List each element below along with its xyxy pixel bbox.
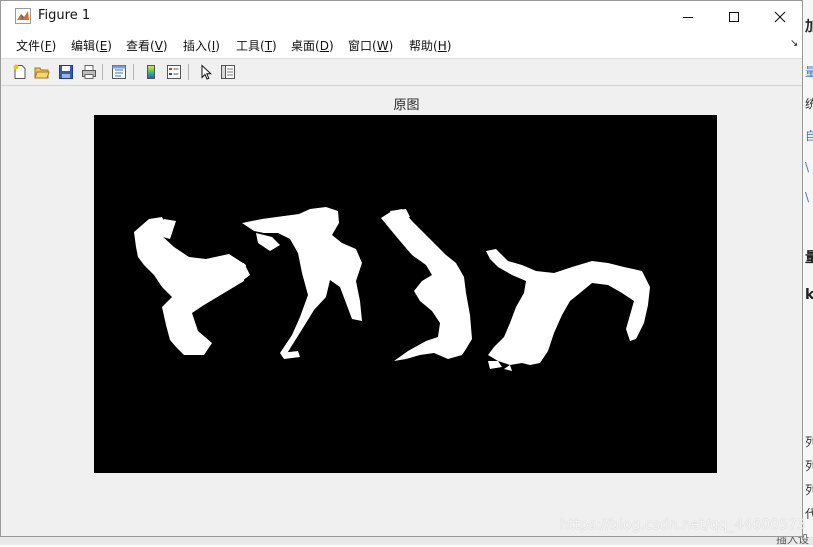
dancer-silhouettes-image — [94, 115, 717, 473]
axes-title: 原图 — [393, 98, 420, 113]
colorbar-button[interactable] — [141, 62, 161, 82]
toolbar-separator — [102, 64, 103, 80]
background-text: 量 — [805, 250, 813, 266]
background-text: 列 — [805, 459, 813, 473]
toolbar-separator — [133, 64, 134, 80]
save-icon — [59, 65, 73, 79]
image-axes[interactable] — [94, 115, 717, 473]
menu-help[interactable]: 帮助(H) — [409, 37, 451, 54]
background-text: 列 — [805, 435, 813, 449]
title-bar: Figure 1 — [1, 1, 802, 32]
menu-tools[interactable]: 工具(T) — [236, 37, 277, 54]
background-text: 代 — [805, 507, 813, 521]
maximize-icon — [729, 11, 739, 22]
pointer-icon — [201, 64, 213, 80]
watermark: https://blog.csdn.net/qq_44600573 — [560, 517, 806, 533]
background-strip — [0, 537, 813, 545]
toolbar-separator — [188, 64, 189, 80]
open-file-button[interactable] — [32, 62, 52, 82]
minimize-button[interactable] — [665, 1, 711, 32]
background-text: 加 — [805, 19, 813, 35]
background-text: \ — [805, 160, 810, 174]
save-button[interactable] — [56, 62, 76, 82]
background-text: 自 — [805, 129, 813, 143]
maximize-button[interactable] — [711, 1, 757, 32]
background-text: 量 — [805, 65, 813, 79]
legend-icon — [167, 65, 181, 79]
background-text: \ — [805, 190, 810, 204]
matlab-icon — [15, 8, 31, 24]
dock-arrow-icon[interactable]: ↘ — [790, 38, 798, 49]
property-editor-icon — [221, 65, 235, 79]
close-icon — [774, 11, 786, 22]
link-plot-icon — [112, 65, 126, 79]
menu-desktop[interactable]: 桌面(D) — [291, 37, 334, 54]
new-figure-icon — [13, 64, 26, 79]
close-button[interactable] — [757, 1, 802, 32]
menu-bar: 文件(F) 编辑(E) 查看(V) 插入(I) 工具(T) 桌面(D) 窗口(W… — [1, 32, 802, 59]
link-plot-button[interactable] — [109, 62, 129, 82]
background-text: k — [805, 287, 813, 303]
menu-window[interactable]: 窗口(W) — [348, 37, 393, 54]
menu-edit[interactable]: 编辑(E) — [71, 37, 112, 54]
menu-file[interactable]: 文件(F) — [16, 37, 56, 54]
print-button[interactable] — [79, 62, 99, 82]
edit-plot-button[interactable] — [196, 62, 216, 82]
menu-view[interactable]: 查看(V) — [126, 37, 168, 54]
new-figure-button[interactable] — [10, 62, 30, 82]
menu-insert[interactable]: 插入(I) — [183, 37, 220, 54]
open-file-icon — [34, 67, 50, 79]
print-icon — [82, 65, 96, 79]
background-text: 列 — [805, 483, 813, 497]
property-editor-button[interactable] — [218, 62, 238, 82]
colorbar-icon — [147, 65, 155, 79]
legend-button[interactable] — [164, 62, 184, 82]
figure-toolbar — [1, 59, 802, 86]
window-title: Figure 1 — [38, 8, 91, 23]
minimize-icon — [683, 16, 693, 18]
